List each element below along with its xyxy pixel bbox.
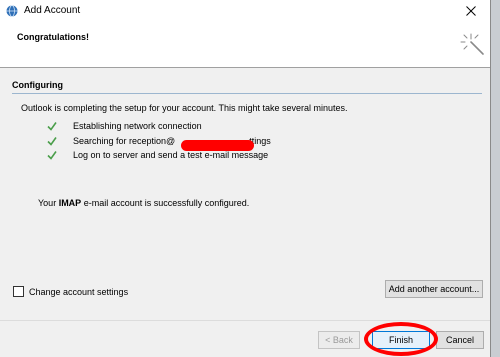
finish-button[interactable]: Finish [372, 331, 430, 349]
section-divider [12, 93, 482, 94]
header-title: Congratulations! [17, 32, 89, 42]
step-row-1: Establishing network connection [47, 120, 202, 132]
window-title: Add Account [24, 5, 81, 16]
step-label: Log on to server and send a test e-mail … [73, 150, 269, 160]
outlook-globe-icon [6, 5, 18, 17]
title-bar: Add Account [0, 0, 490, 22]
add-another-account-button[interactable]: Add another account... [385, 280, 483, 298]
cancel-button[interactable]: Cancel [436, 331, 484, 349]
header-divider [0, 67, 490, 68]
success-message: Your IMAP e-mail account is successfully… [38, 198, 250, 208]
footer-divider [0, 320, 490, 321]
wizard-header: Congratulations! [0, 22, 490, 67]
close-icon [466, 6, 476, 16]
checkmark-icon [47, 137, 57, 146]
section-title: Configuring [12, 80, 63, 90]
sparkle-wand-icon [460, 33, 484, 55]
change-settings-checkbox[interactable] [13, 286, 24, 297]
step-label: Searching for reception@ [73, 136, 176, 146]
background-desktop [491, 0, 500, 357]
checkmark-icon [47, 151, 57, 160]
add-account-dialog: Add Account Congratulations! Configuring… [0, 0, 491, 357]
close-button[interactable] [458, 2, 484, 20]
checkmark-icon [47, 122, 57, 131]
change-settings-label: Change account settings [29, 286, 129, 297]
step-row-3: Log on to server and send a test e-mail … [47, 149, 268, 161]
change-settings-option[interactable]: Change account settings [13, 286, 128, 297]
step-label: Establishing network connection [73, 121, 202, 131]
account-type: IMAP [58, 198, 82, 208]
intro-text: Outlook is completing the setup for your… [21, 103, 348, 113]
back-button[interactable]: < Back [318, 331, 360, 349]
